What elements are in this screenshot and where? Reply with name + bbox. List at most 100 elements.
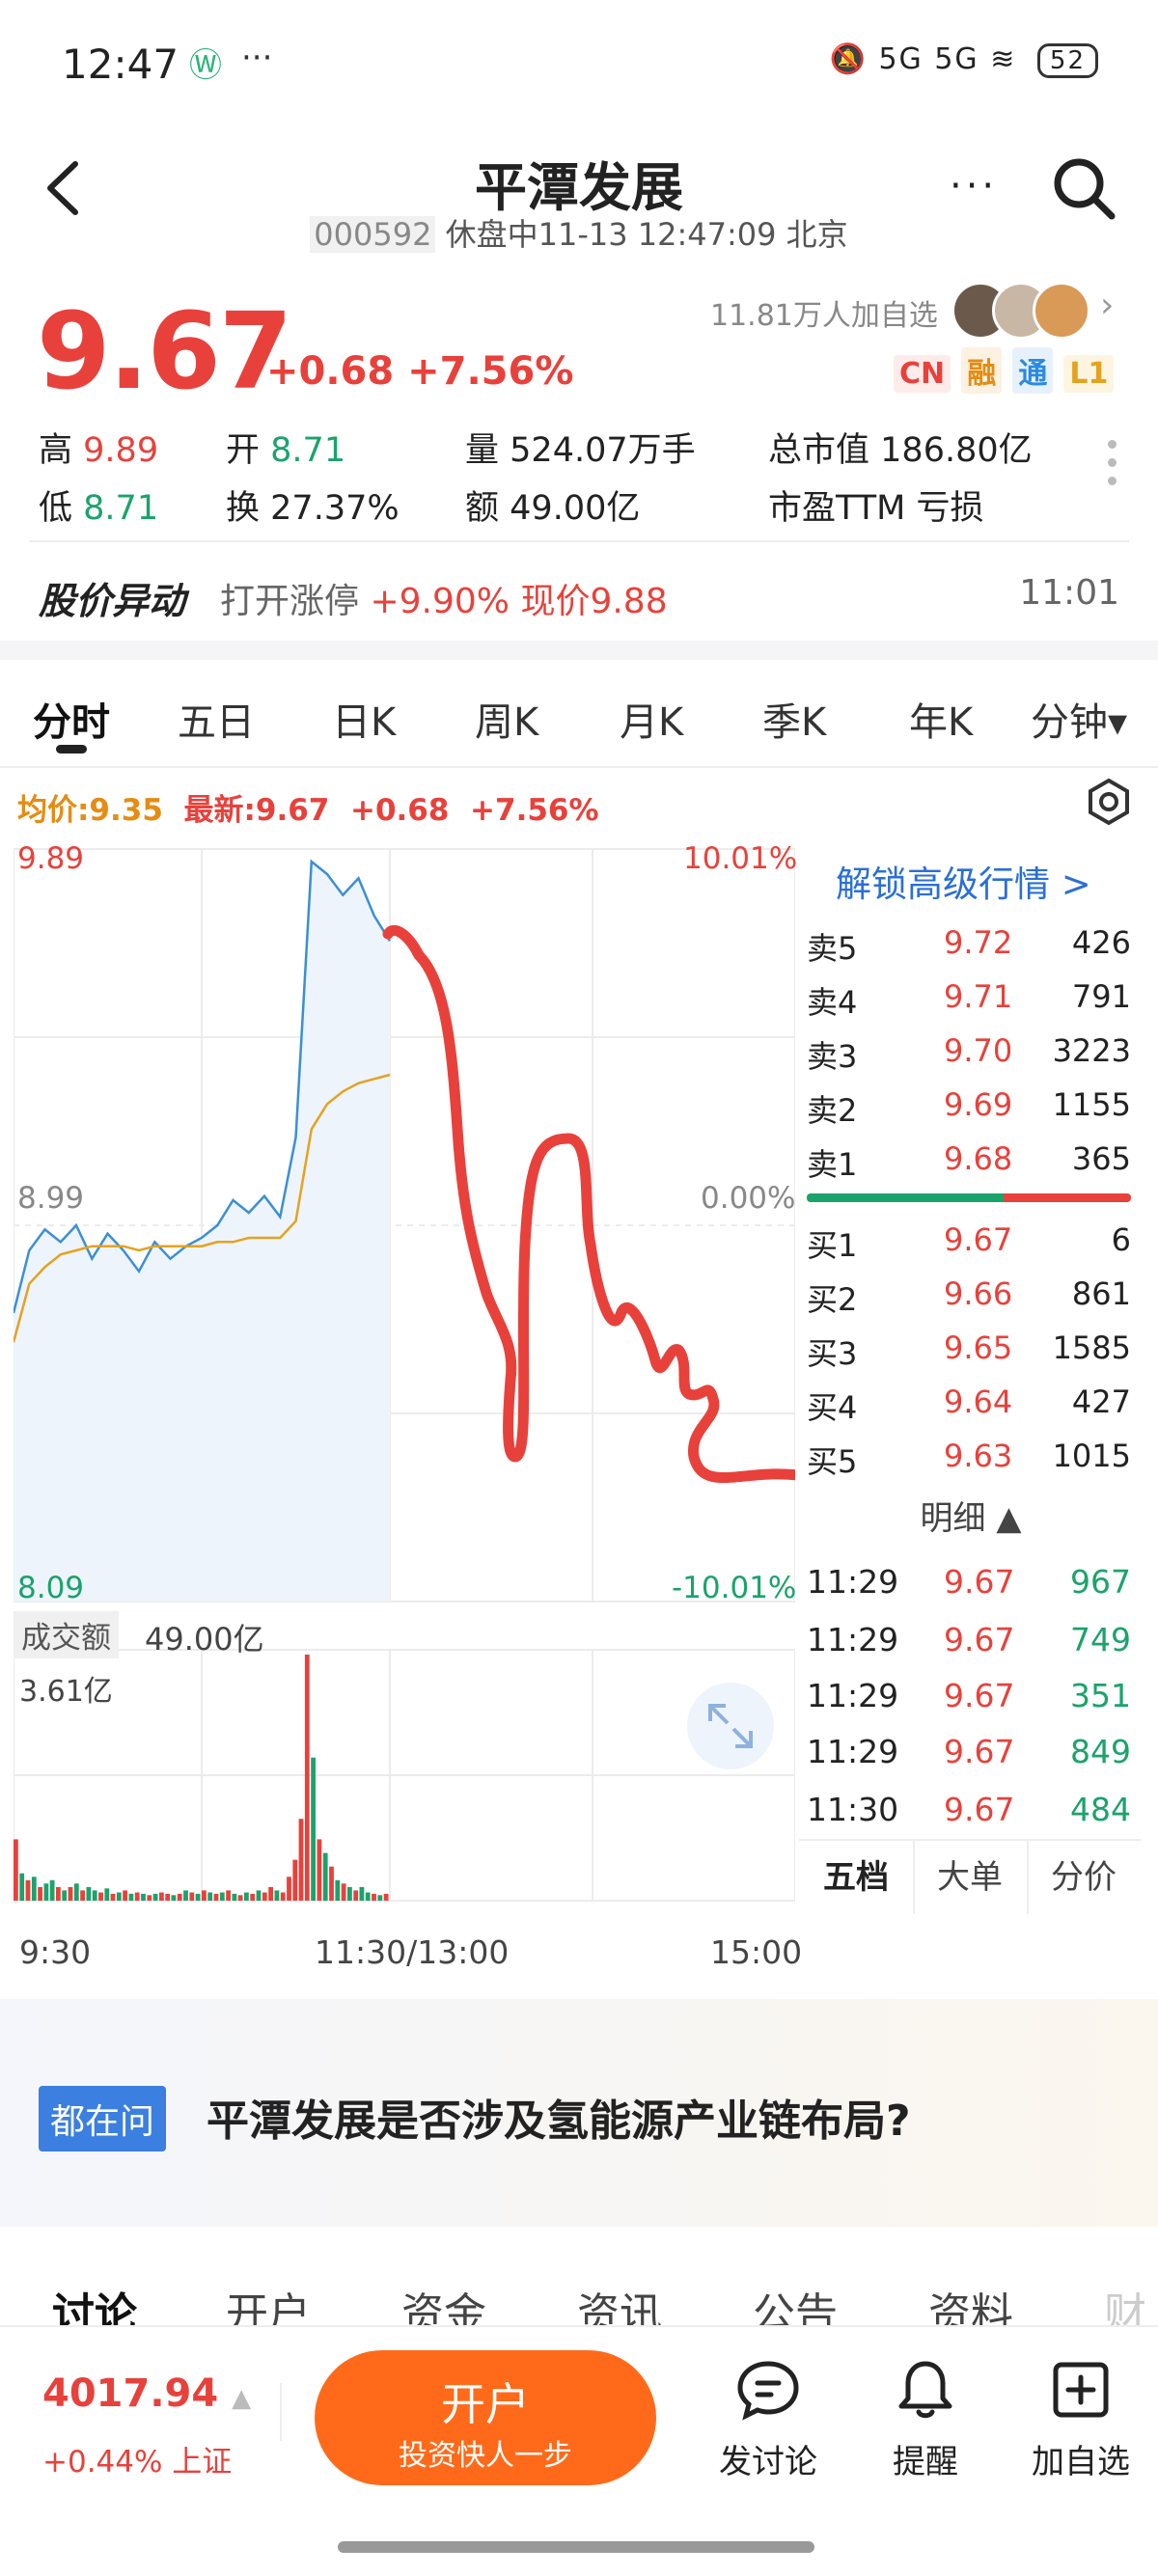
followers-count[interactable]: 11.81万人加自选: [710, 291, 938, 334]
ask-strength-bar: [1004, 1193, 1131, 1202]
reminder-button[interactable]: 提醒: [868, 2356, 983, 2482]
y-min-pct-label: -10.01%: [672, 1571, 797, 1605]
volume-bar: [329, 1866, 334, 1901]
home-indicator[interactable]: [338, 2541, 814, 2553]
anomaly-time: 11:01: [1019, 573, 1119, 613]
ask-row: 卖2 9.69 1155: [807, 1086, 1131, 1129]
volume-bar: [353, 1890, 359, 1901]
stat-market-cap: 总市值 186.80亿: [768, 431, 1033, 470]
volume-bar: [165, 1893, 171, 1901]
post-discussion-button[interactable]: 发讨论: [710, 2356, 826, 2482]
app-notification-icon: Ⓦ: [189, 46, 222, 85]
volume-bar: [207, 1892, 213, 1901]
volume-bar: [347, 1886, 352, 1901]
add-watchlist-button[interactable]: 加自选: [1023, 2356, 1139, 2482]
tab-daily-k[interactable]: 日K: [332, 691, 396, 747]
volume-total: 49.00亿: [145, 1621, 264, 1658]
volume-bar: [219, 1892, 225, 1901]
volume-bar: [19, 1873, 25, 1901]
status-time: 12:47: [62, 41, 179, 88]
order-book-tabs: 五档 大单 分价: [799, 1839, 1141, 1914]
volume-bar: [304, 1655, 310, 1901]
badge-cn[interactable]: CN: [894, 355, 951, 393]
volume-bar: [62, 1890, 68, 1901]
tab-quarterly-k[interactable]: 季K: [762, 691, 826, 747]
tab-finance[interactable]: 财: [1104, 2279, 1146, 2327]
volume-bar: [38, 1886, 42, 1901]
volume-bar: [49, 1879, 55, 1901]
search-button[interactable]: [1050, 154, 1117, 222]
volume-bar: [92, 1890, 97, 1901]
more-button[interactable]: ···: [950, 164, 998, 208]
volume-bar: [244, 1892, 249, 1901]
stat-high: 高 9.89: [39, 431, 159, 470]
detail-toggle[interactable]: 明细 ▲: [807, 1492, 1135, 1539]
volume-bar: [359, 1886, 365, 1901]
ask-row: 卖1 9.68 365: [807, 1140, 1131, 1183]
legend-change: +0.68: [349, 793, 450, 828]
question-text[interactable]: 平潭发展是否涉及氢能源产业链布局?: [207, 2086, 911, 2148]
volume-bar: [189, 1892, 195, 1901]
volume-bar: [262, 1892, 267, 1901]
index-up-icon: ▲: [232, 2384, 252, 2413]
index-value[interactable]: 4017.94 ▲: [42, 2371, 251, 2416]
volume-bar: [86, 1886, 92, 1901]
tab-minute[interactable]: 分钟▾: [1031, 691, 1127, 747]
intraday-chart[interactable]: [14, 839, 795, 1920]
volume-bar: [171, 1895, 177, 1901]
volume-bar: [237, 1895, 243, 1901]
x-tick-end: 15:00: [710, 1933, 803, 1971]
legend-pct: +7.56%: [470, 793, 599, 828]
price-change: +0.68 +7.56%: [266, 349, 574, 394]
tab-announcements[interactable]: 公告: [753, 2279, 838, 2327]
tab-five-day[interactable]: 五日: [178, 691, 255, 747]
tab-discussion[interactable]: 讨论: [52, 2279, 137, 2327]
stats-more-icon[interactable]: [1108, 440, 1119, 495]
volume-bar: [68, 1886, 73, 1901]
tab-weekly-k[interactable]: 周K: [475, 691, 538, 747]
divider: [29, 540, 1129, 542]
bid-row: 买3 9.65 1585: [807, 1329, 1131, 1372]
badge-margin[interactable]: 融: [961, 347, 1003, 394]
y-mid-label: 8.99: [17, 1181, 85, 1216]
open-account-button[interactable]: 开户 投资快人一步: [315, 2350, 656, 2485]
badge-l1[interactable]: L1: [1063, 355, 1115, 393]
tab-news[interactable]: 资讯: [577, 2279, 662, 2327]
volume-bar: [25, 1879, 31, 1901]
tab-price-distribution[interactable]: 分价: [1027, 1841, 1141, 1914]
tab-open-account[interactable]: 开户: [226, 2279, 311, 2327]
volume-bar: [232, 1893, 237, 1901]
current-price: 9.67: [37, 289, 292, 413]
settings-icon[interactable]: [1085, 778, 1133, 826]
anomaly-title: 股价异动: [39, 580, 186, 622]
stat-low: 低 8.71: [39, 489, 159, 528]
tab-profile[interactable]: 资料: [928, 2279, 1013, 2327]
volume-max-label: 3.61亿: [19, 1675, 113, 1709]
volume-tag[interactable]: 成交额: [14, 1611, 119, 1658]
tab-five-levels[interactable]: 五档: [799, 1841, 915, 1914]
chart-legend: 均价:9.35 最新:9.67 +0.68 +7.56%: [17, 785, 599, 829]
tab-yearly-k[interactable]: 年K: [909, 691, 973, 747]
anomaly-text[interactable]: 打开涨停 +9.90% 现价9.88: [220, 573, 668, 623]
tab-funds[interactable]: 资金: [401, 2279, 486, 2327]
mute-icon: 🔕: [829, 42, 868, 76]
chevron-right-icon[interactable]: ›: [1100, 286, 1114, 325]
page-subtitle: 000592 休盘中11-13 12:47:09 北京: [0, 210, 1158, 255]
volume-bar: [116, 1892, 122, 1901]
tab-intraday[interactable]: 分时: [33, 691, 110, 747]
tab-indicator: [56, 745, 87, 754]
badge-connect[interactable]: 通: [1012, 347, 1054, 394]
y-mid-pct-label: 0.00%: [701, 1181, 796, 1216]
volume-bar: [213, 1893, 219, 1901]
y-max-pct-label: 10.01%: [683, 841, 798, 876]
ask-row: 卖5 9.72 426: [807, 924, 1131, 967]
y-min-label: 8.09: [17, 1571, 85, 1605]
tab-large-orders[interactable]: 大单: [913, 1841, 1029, 1914]
chat-icon: [737, 2361, 799, 2421]
unlock-advanced-quotes-link[interactable]: 解锁高级行情 >: [836, 855, 1091, 907]
tab-monthly-k[interactable]: 月K: [620, 691, 683, 747]
expand-icon[interactable]: [687, 1683, 774, 1769]
volume-bar: [14, 1839, 18, 1901]
follower-avatars[interactable]: [951, 282, 1090, 340]
volume-bar: [226, 1890, 231, 1901]
